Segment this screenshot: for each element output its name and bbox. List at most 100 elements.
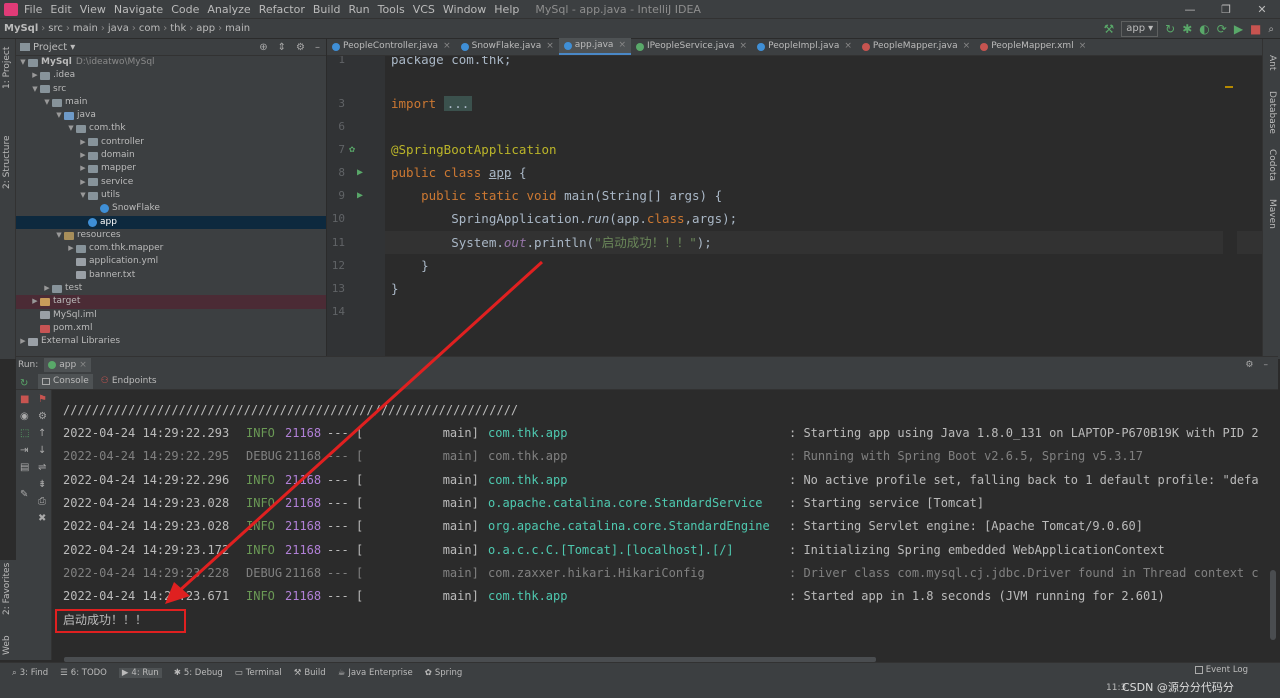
tree-node[interactable]: ▶ service [16,176,326,189]
menu-item-file[interactable]: File [24,3,42,16]
tool-window-button[interactable]: ▭ Terminal [235,668,282,678]
database-tool-tab[interactable]: Database [1267,91,1277,134]
editor-tab[interactable]: PeopleImpl.java × [752,38,857,55]
gear-icon[interactable]: ⚙ [1245,360,1253,370]
tree-arrow-icon[interactable]: ▶ [30,69,40,82]
minimize-button[interactable]: — [1172,0,1208,19]
close-icon[interactable]: × [963,38,971,55]
tree-node[interactable]: ▼ utils [16,189,326,202]
web-tool-tab[interactable]: Web [2,635,12,655]
tree-node[interactable]: ▶ domain [16,149,326,162]
tree-arrow-icon[interactable]: ▼ [18,56,28,69]
tree-node[interactable]: pom.xml [16,322,326,335]
tree-node[interactable]: SnowFlake [16,202,326,215]
breadcrumb-item[interactable]: com [139,23,160,34]
profile-icon[interactable]: ⟳ [1217,22,1227,36]
coverage-icon[interactable]: ◐ [1199,22,1209,36]
arrow-up-icon[interactable]: ↑ [38,428,46,439]
tree-node[interactable]: ▶ External Libraries [16,335,326,348]
code-editor[interactable]: 1 3 6 7 8 9 10 11 12 13 14 ✿ ▶ ▶ package com.thk; imp… [327,56,1262,356]
project-view-select[interactable]: Project ▾ [20,42,75,53]
tree-node[interactable]: ▶ controller [16,136,326,149]
soft-wrap-icon[interactable]: ⇌ [38,462,46,473]
tree-node[interactable]: ▼ com.thk [16,122,326,135]
console-tab[interactable]: Console [38,373,93,389]
debug-icon[interactable]: ✱ [1182,22,1192,36]
run-config-select[interactable]: app ▾ [1121,21,1159,37]
endpoints-tab[interactable]: ⚇ Endpoints [101,376,157,386]
tree-arrow-icon[interactable]: ▶ [66,242,76,255]
editor-tab[interactable]: PeopleController.java × [327,38,456,55]
scroll-end-icon[interactable]: ⇟ [38,479,46,490]
tree-arrow-icon[interactable]: ▼ [30,83,40,96]
print-icon[interactable]: ⎙ [38,496,46,507]
gear-icon[interactable]: ⚙ [296,42,305,53]
tool-window-button[interactable]: ▶ 4: Run [118,667,162,678]
stop-icon[interactable]: ■ [20,394,29,405]
breadcrumb-item[interactable]: src [48,23,63,34]
tree-node[interactable]: ▼ java [16,109,326,122]
ant-tool-tab[interactable]: Ant [1267,55,1277,70]
tree-arrow-icon[interactable]: ▶ [78,176,88,189]
menu-item-refactor[interactable]: Refactor [259,3,305,16]
error-stripe-mark[interactable] [1225,86,1233,88]
stop-icon[interactable]: ■ [1250,22,1261,36]
breadcrumb-item[interactable]: java [108,23,129,34]
deploy-icon[interactable]: ⬚ [20,428,29,439]
close-icon[interactable]: × [1079,38,1087,55]
editor-tab[interactable]: PeopleMapper.xml × [975,38,1091,55]
layout-icon[interactable]: ▤ [20,462,29,473]
menu-item-tools[interactable]: Tools [378,3,405,16]
breadcrumb-item[interactable]: thk [170,23,186,34]
tree-node[interactable]: banner.txt [16,269,326,282]
tool-window-button[interactable]: ✱ 5: Debug [174,668,223,678]
console-output[interactable]: ////////////////////////////////////////… [52,390,1268,662]
run-icon[interactable]: ▶ [1234,22,1243,36]
folded-imports[interactable]: ... [443,96,473,111]
hide-icon[interactable]: – [1264,360,1269,370]
tree-node[interactable]: ▼ MySql D:\ideatwo\MySql [16,56,326,69]
tool-window-button[interactable]: ⚒ Build [294,668,326,678]
close-window-button[interactable]: ✕ [1244,0,1280,19]
menu-item-view[interactable]: View [80,3,106,16]
menu-item-help[interactable]: Help [494,3,519,16]
exit-icon[interactable]: ⇥ [20,445,28,456]
tree-arrow-icon[interactable]: ▼ [54,109,64,122]
tree-arrow-icon[interactable]: ▼ [78,189,88,202]
tree-node[interactable]: ▼ src [16,83,326,96]
project-tool-tab[interactable]: 1: Project [2,47,12,89]
console-vscroll[interactable] [1268,390,1278,662]
breadcrumb-item[interactable]: main [73,23,98,34]
tree-arrow-icon[interactable]: ▶ [42,282,52,295]
menu-item-build[interactable]: Build [313,3,341,16]
tree-arrow-icon[interactable]: ▶ [78,149,88,162]
collapse-icon[interactable]: ⇕ [278,42,286,53]
trash-icon[interactable]: ✖ [38,513,46,524]
tree-node[interactable]: app [16,215,326,229]
favorites-tool-tab[interactable]: 2: Favorites [2,563,12,615]
close-icon[interactable]: × [740,38,748,55]
tree-arrow-icon[interactable]: ▼ [66,122,76,135]
tree-node[interactable]: ▼ main [16,96,326,109]
camera-icon[interactable]: ◉ [20,411,29,422]
tree-node[interactable]: ▶ target [16,295,326,309]
tree-arrow-icon[interactable]: ▼ [42,96,52,109]
arrow-down-icon[interactable]: ↓ [38,445,46,456]
close-icon[interactable]: × [546,38,554,55]
event-log-button[interactable]: Event Log [1194,665,1248,675]
close-icon[interactable]: × [844,38,852,55]
editor-tab[interactable]: PeopleMapper.java × [857,38,975,55]
breadcrumb-item[interactable]: main [225,23,250,34]
tree-node[interactable]: ▶ .idea [16,69,326,82]
run-gutter-icon[interactable]: ▶ [357,167,363,178]
tool-window-button[interactable]: ☕ Java Enterprise [338,668,413,678]
codota-tool-tab[interactable]: Codota [1267,149,1277,181]
rerun-icon[interactable]: ↻ [1165,22,1175,36]
clear-icon[interactable]: ⚑ [38,394,47,405]
pin-icon[interactable]: ✎ [20,489,28,500]
structure-tool-tab[interactable]: 2: Structure [2,136,12,190]
close-icon[interactable]: × [443,38,451,55]
hide-icon[interactable]: – [315,42,320,53]
bean-icon[interactable]: ✿ [349,144,355,155]
close-icon[interactable]: × [618,37,626,54]
